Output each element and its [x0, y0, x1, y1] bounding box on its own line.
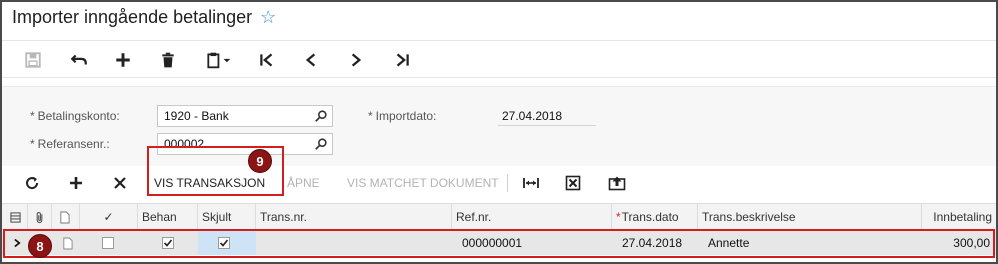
upload-icon[interactable]	[606, 172, 628, 194]
add-row-icon[interactable]	[66, 172, 86, 194]
page-title: Importer inngående betalinger	[12, 6, 253, 27]
refresh-icon[interactable]	[22, 172, 42, 194]
main-toolbar	[2, 40, 996, 78]
column-trans-nr[interactable]: Trans.nr.	[256, 204, 452, 230]
toolbar-divider	[507, 174, 508, 192]
clipboard-icon[interactable]	[202, 49, 236, 71]
select-column-header[interactable]: ✓	[80, 204, 138, 230]
referansenr-label: * Referansenr.:	[30, 137, 110, 151]
delete-icon[interactable]	[157, 49, 179, 71]
importdato-label: * Importdato:	[368, 109, 437, 123]
title-bar: Importer inngående betalinger ☆	[12, 5, 276, 29]
add-icon[interactable]	[112, 49, 134, 71]
undo-icon[interactable]	[68, 49, 90, 71]
fit-columns-icon[interactable]	[520, 172, 542, 194]
betalingskonto-label: * Betalingskonto:	[30, 109, 120, 123]
column-skjult[interactable]: Skjult	[198, 204, 256, 230]
column-trans-beskrivelse[interactable]: Trans.beskrivelse	[698, 204, 922, 230]
callout-badge-9: 9	[248, 149, 272, 173]
export-excel-icon[interactable]	[562, 172, 584, 194]
delete-row-icon[interactable]	[110, 172, 130, 194]
row-selector-icon	[2, 204, 28, 230]
document-icon	[52, 204, 80, 230]
first-record-icon[interactable]	[256, 49, 278, 71]
column-trans-dato[interactable]: * Trans.dato	[612, 204, 698, 230]
column-behan[interactable]: Behan	[138, 204, 198, 230]
last-record-icon[interactable]	[391, 49, 413, 71]
column-ref-nr[interactable]: Ref.nr.	[452, 204, 612, 230]
previous-record-icon[interactable]	[300, 49, 322, 71]
betalingskonto-field[interactable]: 1920 - Bank	[157, 105, 333, 127]
column-innbetaling[interactable]: Innbetaling	[922, 204, 996, 230]
callout-box-8	[3, 229, 995, 258]
callout-badge-8: 8	[28, 234, 52, 258]
next-record-icon[interactable]	[345, 49, 367, 71]
save-icon[interactable]	[22, 49, 44, 71]
search-icon[interactable]	[314, 109, 328, 123]
attachment-icon[interactable]	[28, 204, 52, 230]
betalingskonto-value: 1920 - Bank	[164, 109, 229, 123]
vis-matchet-dokument-button[interactable]: VIS MATCHET DOKUMENT	[347, 176, 499, 190]
apne-button[interactable]: ÅPNE	[287, 176, 320, 190]
grid-header: ✓ Behan Skjult Trans.nr. Ref.nr. * Trans.…	[2, 203, 996, 230]
importdato-field[interactable]: 27.04.2018	[498, 107, 596, 126]
search-icon[interactable]	[314, 137, 328, 151]
favorite-star-icon[interactable]: ☆	[260, 8, 276, 26]
